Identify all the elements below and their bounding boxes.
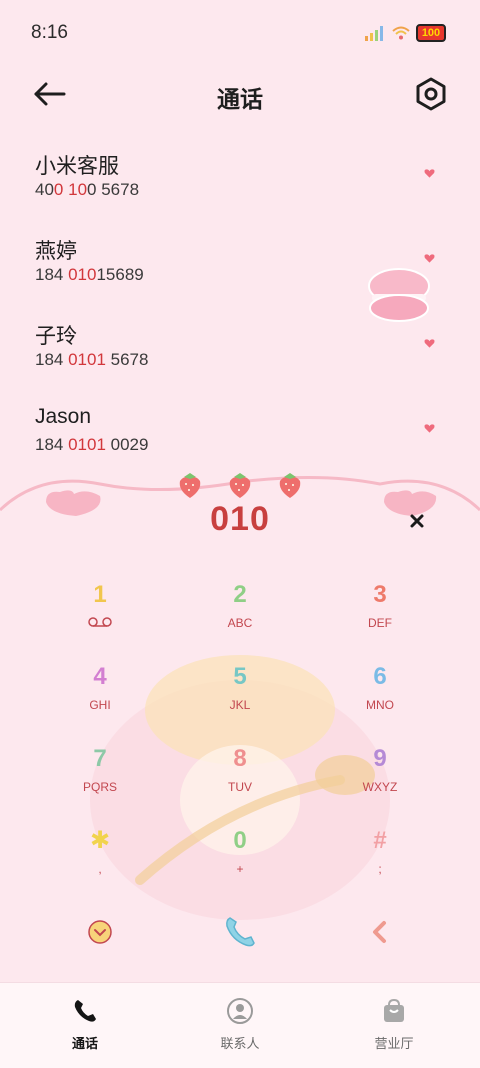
backspace-icon[interactable] [358,910,402,954]
signal-icon [365,26,383,41]
battery-indicator: 100 [416,24,446,42]
strawberry-icon [279,473,301,498]
settings-hexagon-icon[interactable] [414,76,448,112]
contact-number: 184 01015689 [35,265,144,284]
contact-item[interactable]: 小米客服 400 100 5678 [0,140,480,210]
tab-service-hall[interactable]: 营业厅 [334,997,454,1052]
contact-name: 子玲 [35,325,77,348]
key-4[interactable]: 4 GHI [30,662,170,732]
key-3[interactable]: 3 DEF [310,580,450,650]
heart-icon [424,339,435,348]
heart-icon [424,424,435,433]
wifi-icon [392,26,410,40]
strawberry-icon [179,473,201,498]
header: 通话 [0,70,480,120]
key-star[interactable]: ✱ , [30,826,170,896]
key-1[interactable]: 1 [30,580,170,650]
contact-name: 燕婷 [35,240,77,263]
key-5[interactable]: 5 JKL [170,662,310,732]
key-0[interactable]: 0 + [170,826,310,896]
voicemail-icon [88,617,112,627]
tab-calls[interactable]: 通话 [25,997,145,1052]
status-time: 8:16 [31,22,68,43]
strawberry-icon [229,473,251,498]
shopping-bag-icon [384,998,404,1022]
contact-number: 400 100 5678 [35,180,140,199]
contact-item[interactable]: Jason 184 0101 0029 [0,395,480,465]
page-title: 通话 [217,86,263,112]
key-2[interactable]: 2 ABC [170,580,310,650]
phone-icon [74,1000,96,1022]
heart-icon [424,254,435,263]
strawberry-decorations [175,470,305,500]
contact-number: 184 0101 5678 [35,350,149,369]
heart-icon [424,169,435,178]
contact-name: Jason [35,405,92,428]
status-icons: 100 [364,24,446,42]
key-8[interactable]: 8 TUV [170,744,310,814]
person-icon [227,998,253,1024]
dial-actions [0,910,480,960]
contact-number: 184 0101 0029 [35,435,149,454]
key-hash[interactable]: # ; [310,826,450,896]
contact-name: 小米客服 [35,155,119,178]
collapse-keypad-icon[interactable] [78,910,122,954]
key-6[interactable]: 6 MNO [310,662,450,732]
call-phone-icon[interactable] [218,910,262,954]
key-7[interactable]: 7 PQRS [30,744,170,814]
status-bar: 8:16 100 [0,0,480,68]
tab-contacts[interactable]: 联系人 [180,997,300,1052]
key-9[interactable]: 9 WXYZ [310,744,450,814]
macaron-decoration [368,268,430,322]
bottom-tab-bar: 通话 联系人 营业厅 [0,982,480,1068]
clear-icon[interactable] [408,512,426,530]
